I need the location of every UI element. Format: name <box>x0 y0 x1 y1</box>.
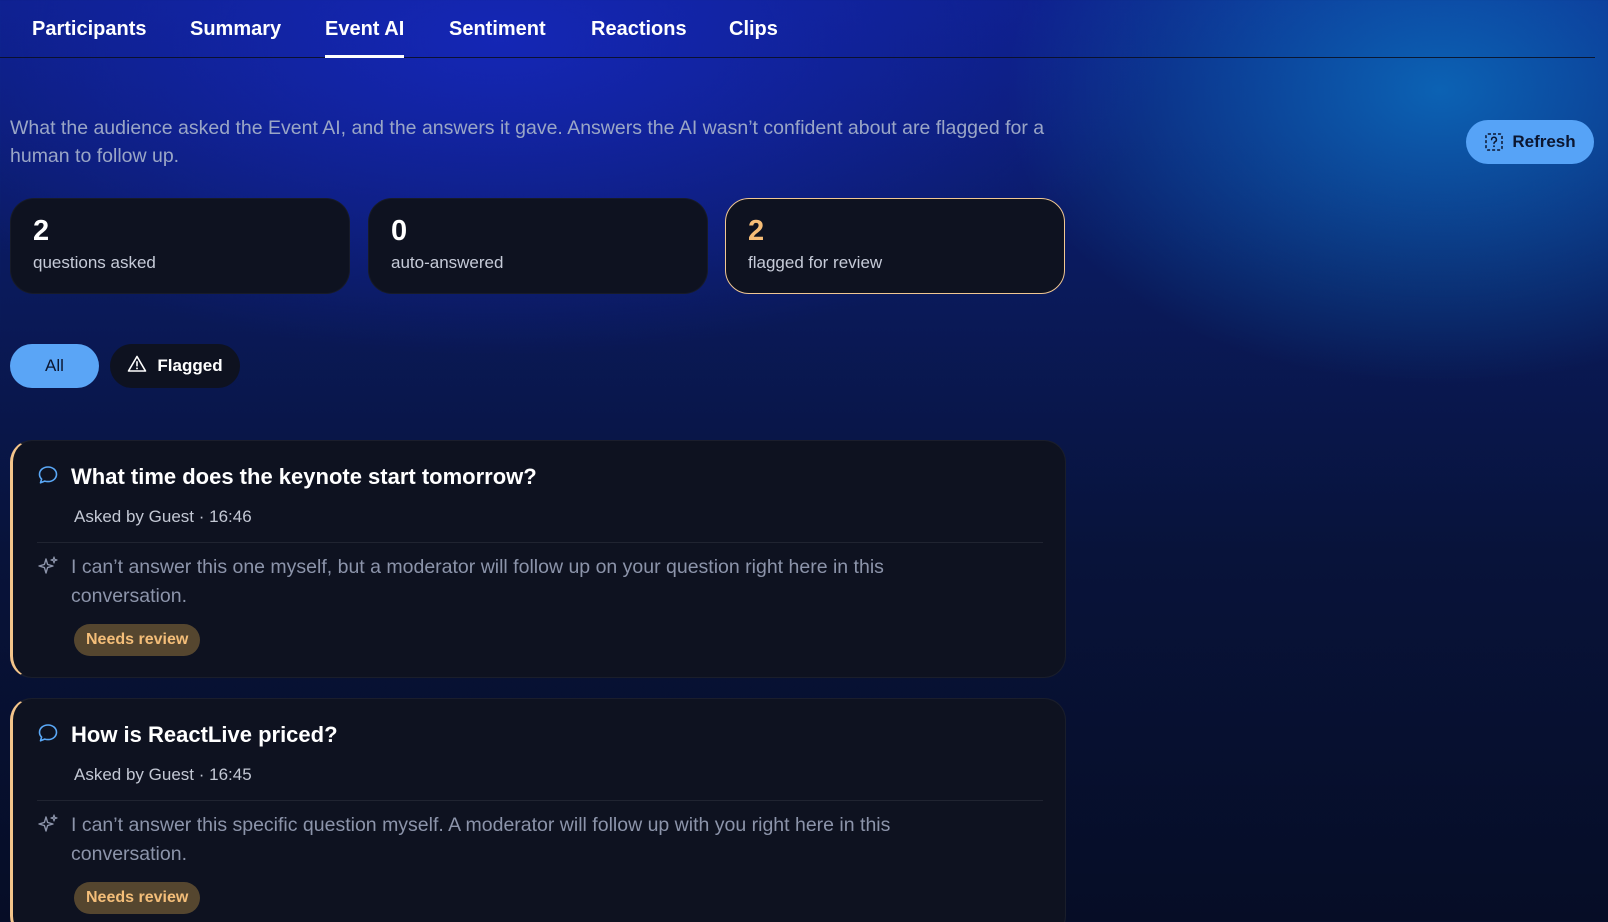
sparkle-icon <box>37 555 59 577</box>
stat-flagged-for-review: 2 flagged for review <box>725 198 1065 294</box>
stat-value: 2 <box>748 215 765 247</box>
refresh-label: Refresh <box>1512 132 1576 151</box>
tab-event-ai[interactable]: Event AI <box>325 18 405 58</box>
tab-reactions[interactable]: Reactions <box>591 18 687 55</box>
filter-all-label: All <box>45 356 64 375</box>
tab-participants[interactable]: Participants <box>32 18 146 55</box>
tab-bar: Participants Summary Event AI Sentiment … <box>0 0 1595 58</box>
stat-questions-asked: 2 questions asked <box>10 198 350 294</box>
question-text: What time does the keynote start tomorro… <box>71 464 537 489</box>
page-description: What the audience asked the Event AI, an… <box>10 117 1045 167</box>
stat-value: 0 <box>391 215 408 247</box>
refresh-button[interactable]: Refresh <box>1466 120 1594 164</box>
question-meta: Asked by Guest · 16:46 <box>74 507 252 526</box>
stat-value: 2 <box>33 215 50 247</box>
stat-label: flagged for review <box>748 253 883 272</box>
needs-review-badge: Needs review <box>74 624 201 656</box>
filter-flagged-button[interactable]: Flagged <box>110 344 240 388</box>
answer-text: I can’t answer this specific question my… <box>71 814 891 865</box>
card-divider <box>37 542 1043 543</box>
chat-bubble-icon <box>37 464 59 486</box>
filter-flagged-label: Flagged <box>157 356 223 375</box>
answer-text: I can’t answer this one myself, but a mo… <box>71 556 884 607</box>
filter-all-button[interactable]: All <box>10 344 99 388</box>
warning-triangle-icon <box>127 354 147 379</box>
stat-auto-answered: 0 auto-answered <box>368 198 708 294</box>
tab-clips[interactable]: Clips <box>729 18 778 55</box>
chat-bubble-icon <box>37 722 59 744</box>
sparkle-icon <box>37 813 59 835</box>
needs-review-badge: Needs review <box>74 882 201 914</box>
question-box-icon <box>1484 132 1504 152</box>
question-card[interactable]: How is ReactLive priced? Asked by Guest … <box>10 698 1066 922</box>
question-text: How is ReactLive priced? <box>71 722 338 747</box>
stat-label: auto-answered <box>391 253 504 272</box>
question-meta: Asked by Guest · 16:45 <box>74 765 252 784</box>
question-card[interactable]: What time does the keynote start tomorro… <box>10 440 1066 678</box>
card-divider <box>37 800 1043 801</box>
tab-sentiment[interactable]: Sentiment <box>449 18 546 55</box>
tab-summary[interactable]: Summary <box>190 18 281 55</box>
stat-label: questions asked <box>33 253 156 272</box>
